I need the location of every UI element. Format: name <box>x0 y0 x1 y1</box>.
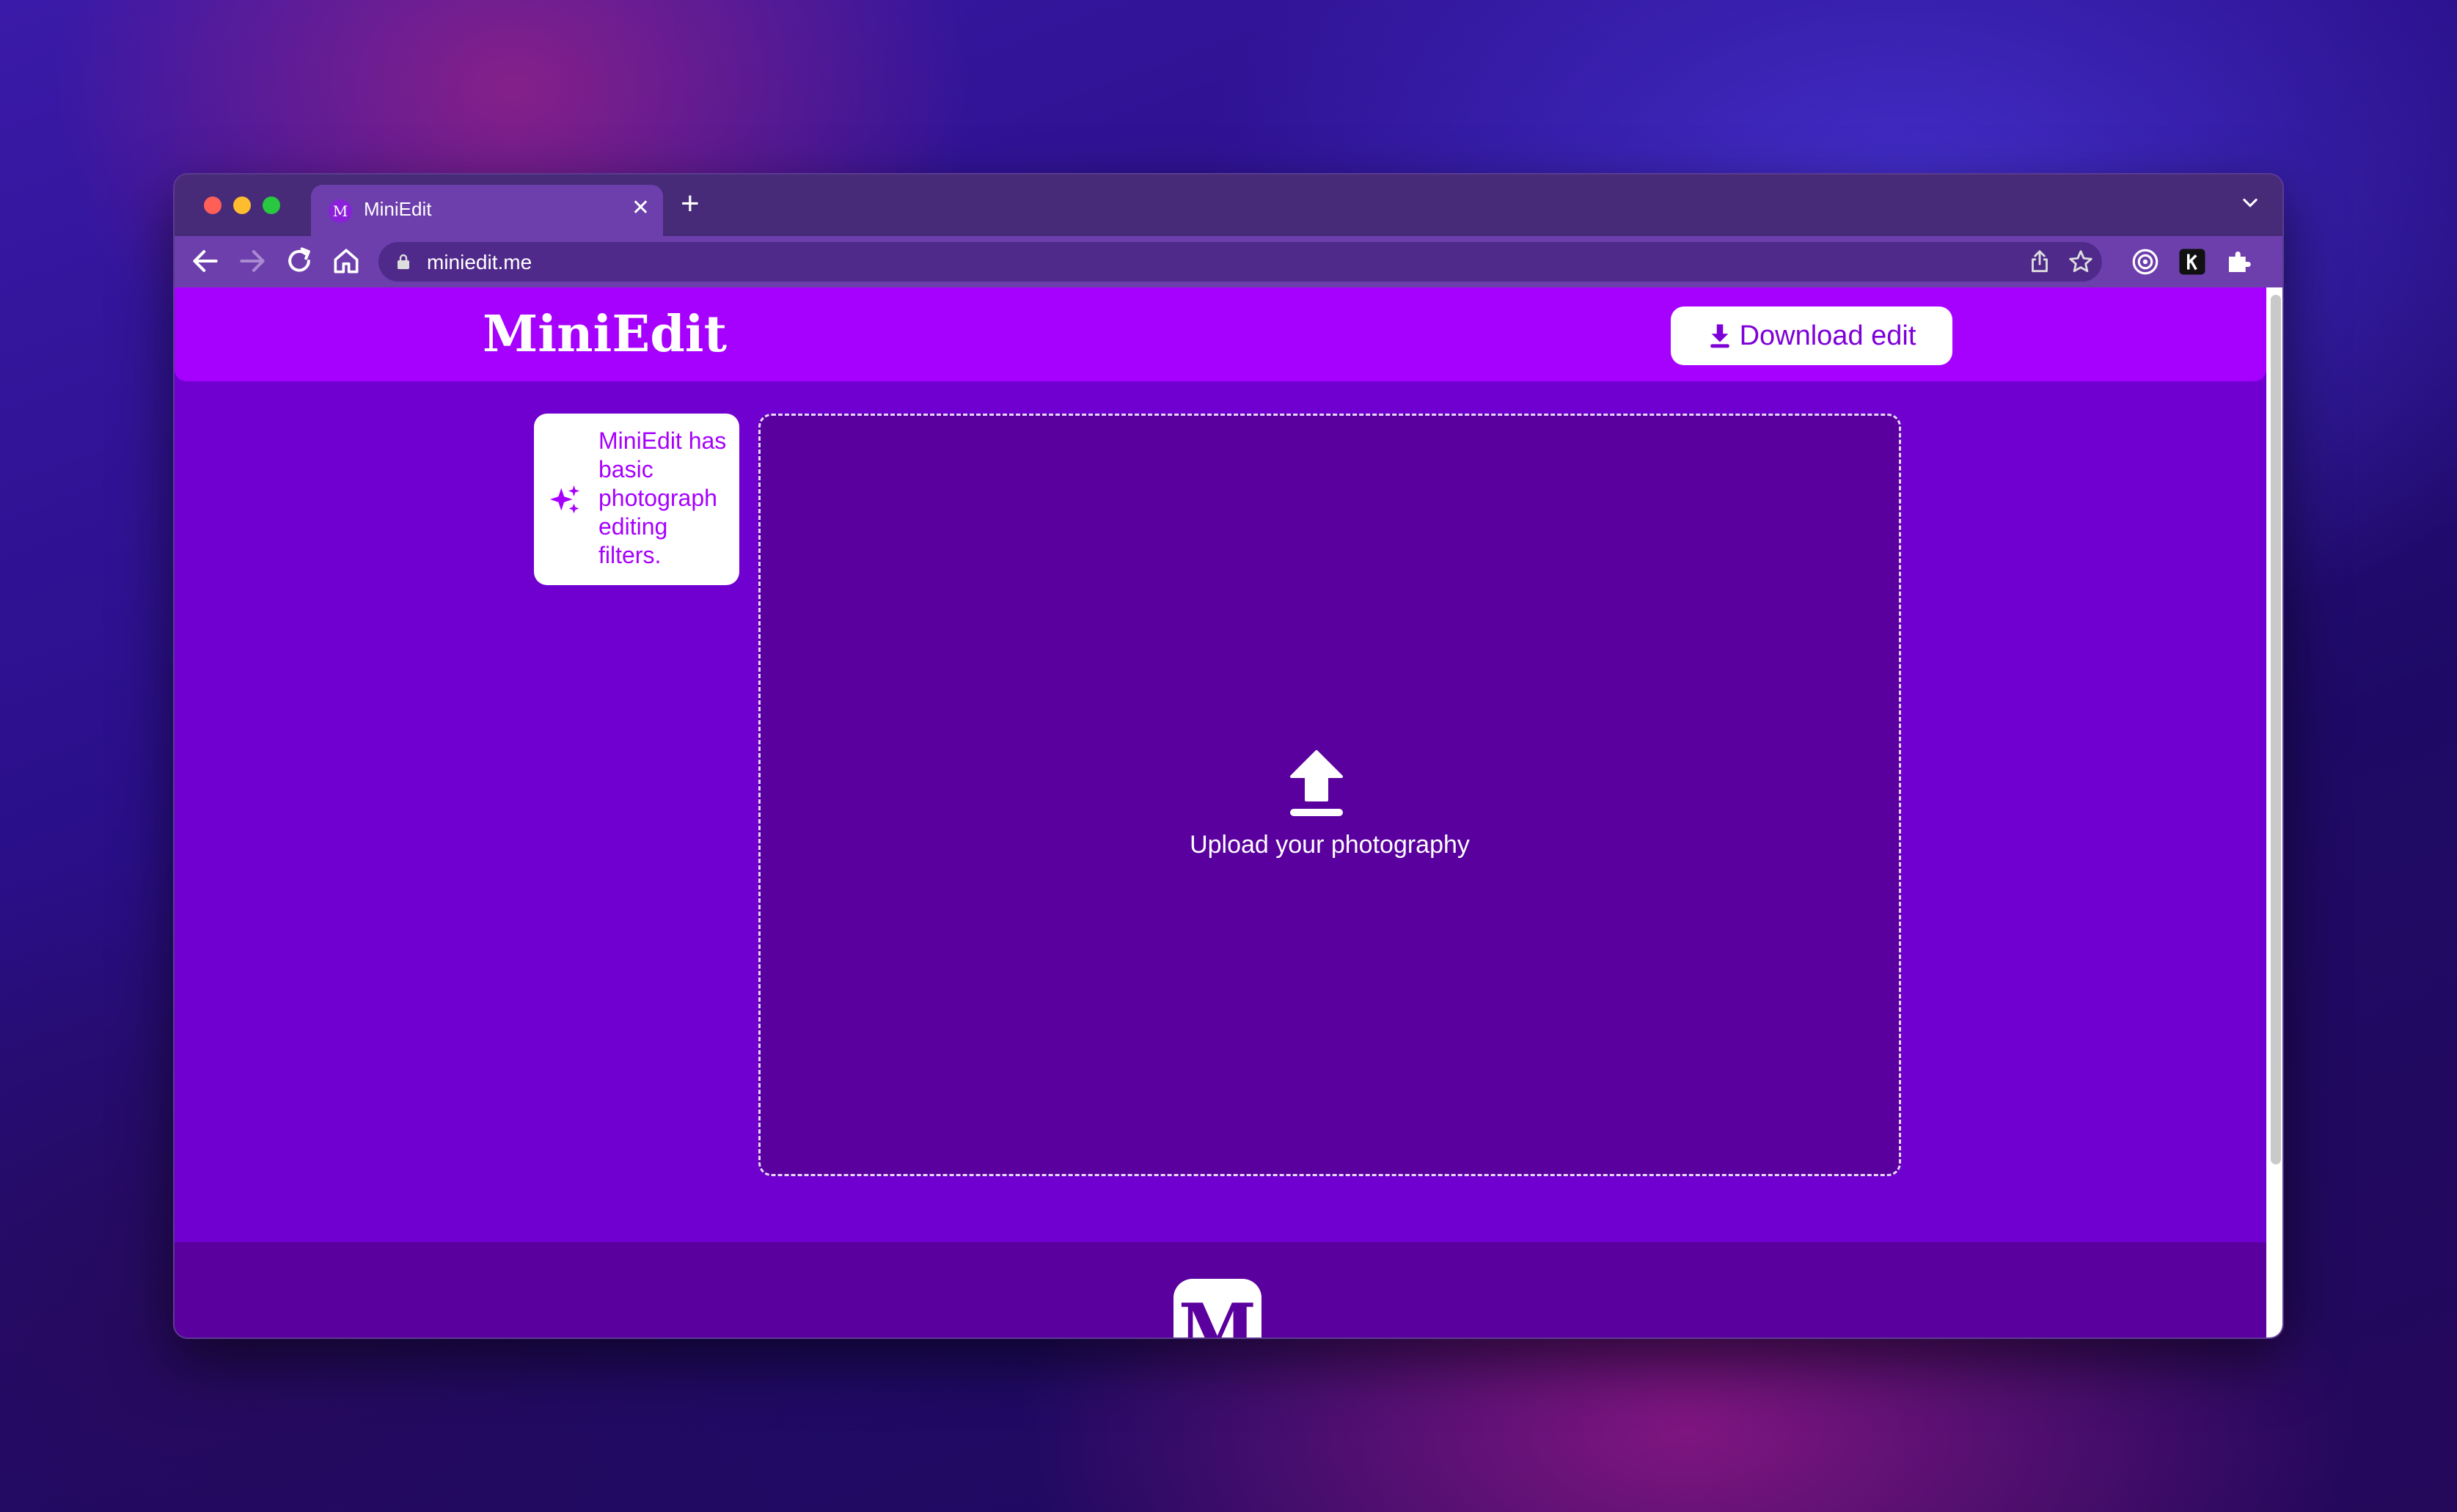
info-text: MiniEdit has basic photograph editing fi… <box>598 427 727 568</box>
download-edit-label: Download edit <box>1739 320 1916 351</box>
tab-favicon: M <box>329 199 352 223</box>
reload-icon[interactable] <box>283 243 315 279</box>
scrollbar[interactable] <box>2266 287 2282 1337</box>
minimize-window-button[interactable] <box>233 197 251 214</box>
tab-title: MiniEdit <box>364 198 432 220</box>
download-icon <box>1710 324 1729 348</box>
app-footer: M <box>175 1242 2266 1337</box>
download-edit-button[interactable]: Download edit <box>1671 307 1952 365</box>
upload-icon <box>1290 750 1343 816</box>
url-text: miniedit.me <box>427 251 532 274</box>
browser-tab[interactable]: M MiniEdit ✕ <box>311 185 663 236</box>
close-window-button[interactable] <box>204 197 221 214</box>
app-logo[interactable]: MiniEdit <box>483 305 727 364</box>
back-arrow-icon[interactable] <box>189 243 221 279</box>
app-header: MiniEdit Download edit <box>175 287 2266 381</box>
tab-list-chevron-icon[interactable] <box>2240 192 2260 213</box>
tab-strip: M MiniEdit ✕ + <box>175 175 2282 236</box>
sparkle-icon <box>549 485 580 514</box>
forward-arrow-icon[interactable] <box>236 243 268 279</box>
extensions-puzzle-icon[interactable] <box>2224 246 2255 277</box>
star-icon[interactable] <box>2067 248 2095 276</box>
tab-close-icon[interactable]: ✕ <box>631 195 650 221</box>
upload-label: Upload your photography <box>1190 831 1470 859</box>
maximize-window-button[interactable] <box>263 197 280 214</box>
page-content: MiniEdit Download edit MiniEdit has basi… <box>175 287 2266 1337</box>
info-card: MiniEdit has basic photograph editing fi… <box>534 414 739 585</box>
upload-dropzone[interactable]: Upload your photography <box>758 414 1901 1176</box>
scrollbar-thumb[interactable] <box>2271 295 2281 1164</box>
lock-icon <box>398 254 409 269</box>
share-icon[interactable] <box>2026 248 2054 276</box>
home-icon[interactable] <box>330 243 362 279</box>
browser-window: M MiniEdit ✕ + miniedit.me MiniEdit Down… <box>173 173 2284 1339</box>
extension-target-icon[interactable] <box>2130 246 2161 277</box>
new-tab-button[interactable]: + <box>681 186 700 221</box>
browser-toolbar: miniedit.me <box>175 236 2282 287</box>
address-bar[interactable]: miniedit.me <box>378 242 2102 282</box>
footer-logo: M <box>1173 1279 1262 1337</box>
extension-k-icon[interactable] <box>2177 246 2208 277</box>
